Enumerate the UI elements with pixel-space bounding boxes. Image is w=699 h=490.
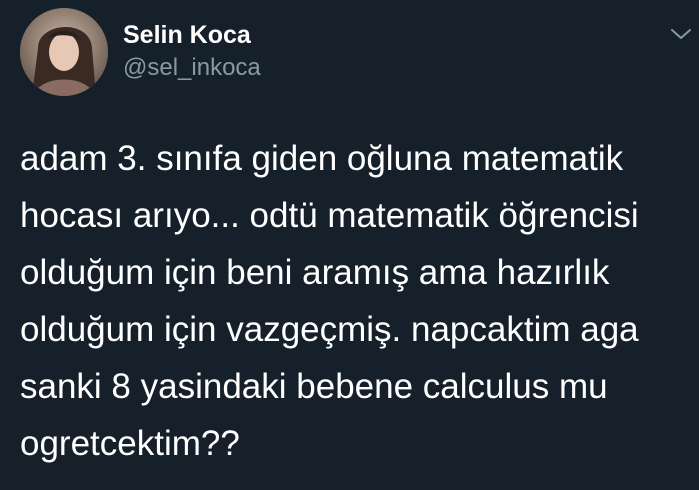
display-name[interactable]: Selin Koca (123, 20, 251, 50)
avatar[interactable] (20, 8, 108, 96)
tweet-text-line: adam 3. sınıfa giden oğluna matematik (20, 139, 624, 178)
profile-photo-icon (20, 8, 108, 96)
tweet-text-line: olduğum için vazgeçmiş. napcaktim aga (20, 310, 639, 349)
tweet-text-line: ogretcektim?? (20, 424, 240, 463)
tweet-text-line: olduğum için beni aramış ama hazırlık (20, 253, 610, 292)
chevron-down-icon[interactable] (669, 22, 693, 46)
tweet-text-line: hocası arıyo... odtü matematik öğrencisi (20, 196, 639, 235)
tweet-card: Selin Koca @sel_inkoca adam 3. sınıfa gi… (0, 0, 699, 490)
user-handle[interactable]: @sel_inkoca (123, 53, 261, 83)
tweet-text-line: sanki 8 yasindaki bebene calculus mu (20, 367, 608, 406)
tweet-text: adam 3. sınıfa giden oğluna matematik ho… (20, 130, 690, 472)
